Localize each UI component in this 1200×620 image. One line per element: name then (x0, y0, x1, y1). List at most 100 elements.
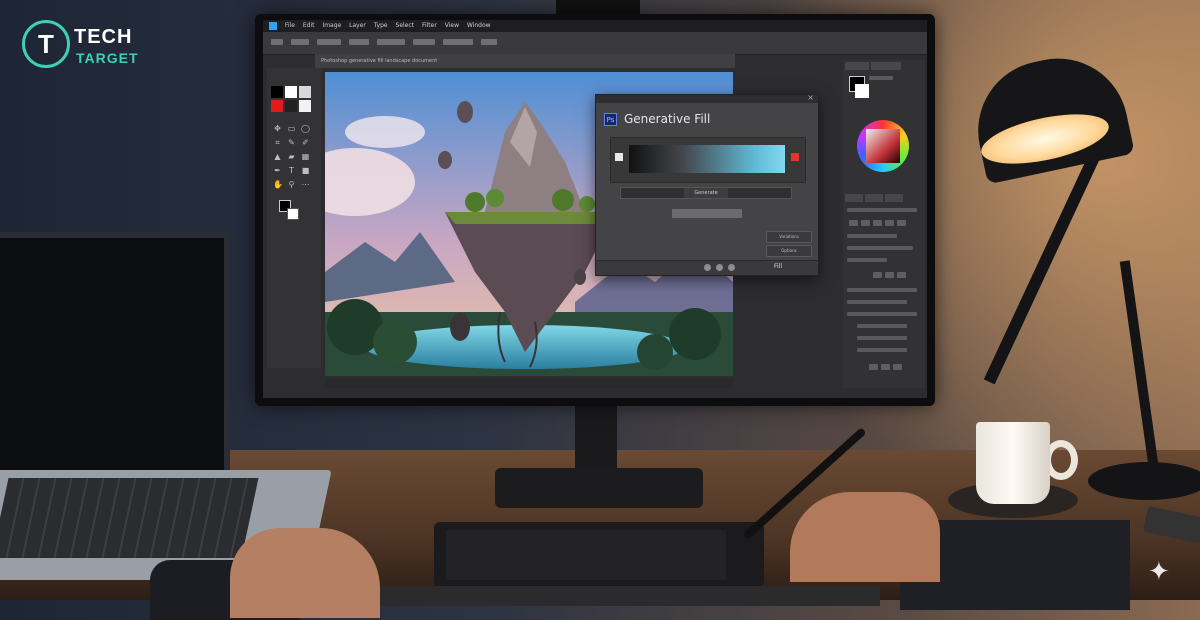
brand-logo-mark: T (22, 20, 70, 68)
menu-item-layer[interactable]: Layer (349, 22, 366, 29)
stamp-tool-icon[interactable]: ▲ (273, 152, 282, 161)
panel-button[interactable] (849, 220, 858, 226)
footer-next-icon[interactable] (728, 264, 735, 271)
panel-button[interactable] (881, 364, 890, 370)
panel-row (847, 234, 897, 238)
dialog-footer: Fill (596, 260, 818, 275)
panel-button[interactable] (897, 272, 906, 278)
right-panels (843, 60, 925, 388)
monitor-stand (495, 468, 703, 508)
type-tool-icon[interactable]: T (287, 166, 296, 175)
monitor-neck (575, 405, 617, 475)
menu-item-window[interactable]: Window (467, 22, 491, 29)
footer-refresh-icon[interactable] (716, 264, 723, 271)
panel-button[interactable] (861, 220, 870, 226)
gradient-stop-right[interactable] (791, 153, 799, 161)
panel-button[interactable] (897, 220, 906, 226)
brand-logo-line1: TECH (74, 26, 133, 48)
laptop-screen (0, 232, 230, 494)
left-hand (230, 528, 380, 618)
menu-item-type[interactable]: Type (374, 22, 388, 29)
panel-button[interactable] (885, 272, 894, 278)
gradient-editor (610, 137, 806, 183)
gradient-tool-icon[interactable]: ▦ (301, 152, 310, 161)
menu-item-select[interactable]: Select (396, 22, 415, 29)
marquee-tool-icon[interactable]: ▭ (287, 124, 296, 133)
variations-button[interactable]: Variations (766, 231, 812, 243)
option-sample[interactable] (443, 39, 473, 45)
drawing-tablet (434, 522, 764, 588)
dialog-title: Generative Fill (624, 112, 711, 126)
color-wheel-icon[interactable] (857, 120, 909, 172)
tablet-active-area (446, 530, 726, 580)
panel-button[interactable] (885, 220, 894, 226)
menu-bar: File Edit Image Layer Type Select Filter… (263, 20, 927, 32)
close-icon[interactable]: × (807, 93, 814, 102)
panel-button[interactable] (869, 364, 878, 370)
swatch-black[interactable] (271, 86, 283, 98)
option-smoothing[interactable] (413, 39, 435, 45)
generative-fill-dialog: × Ps Generative Fill Generate Variations… (595, 93, 819, 276)
move-tool-icon[interactable]: ✥ (273, 124, 282, 133)
color-picker-field[interactable] (866, 129, 900, 163)
brand-logo-line2: TARGET (76, 50, 139, 66)
brand-logo: T TECH TARGET (22, 20, 152, 76)
footer-prev-icon[interactable] (704, 264, 711, 271)
menu-item-image[interactable]: Image (322, 22, 341, 29)
option-pressure[interactable] (481, 39, 497, 45)
gradient-stop-left[interactable] (615, 153, 623, 161)
panel-button[interactable] (893, 364, 902, 370)
prompt-input[interactable] (672, 209, 742, 218)
swatch-grey[interactable] (299, 86, 311, 98)
panel-tab-libraries[interactable] (885, 194, 903, 202)
generate-button[interactable]: Generate (684, 188, 728, 198)
swatch-light[interactable] (299, 100, 311, 112)
shape-tool-icon[interactable]: ■ (301, 166, 310, 175)
lasso-tool-icon[interactable]: ◯ (301, 124, 310, 133)
swatch-white[interactable] (285, 86, 297, 98)
brush-icon[interactable]: ✐ (301, 138, 310, 147)
option-opacity[interactable] (349, 39, 369, 45)
options-bar (263, 32, 927, 55)
menu-item-view[interactable]: View (445, 22, 459, 29)
panel-background-swatch[interactable] (855, 84, 869, 98)
options-button[interactable]: Options (766, 245, 812, 257)
panel-button[interactable] (873, 272, 882, 278)
document-tab[interactable]: Photoshop generative fill landscape docu… (315, 54, 735, 68)
panel-row (847, 288, 917, 292)
panel-tab-properties[interactable] (845, 194, 863, 202)
panel-button[interactable] (873, 220, 882, 226)
keyboard (380, 586, 880, 606)
eraser-tool-icon[interactable]: ▰ (287, 152, 296, 161)
panel-tab-2[interactable] (871, 62, 901, 70)
panel-tab-1[interactable] (845, 62, 869, 70)
right-hand (790, 492, 940, 582)
option-brush-size[interactable] (291, 39, 309, 45)
more-tools-icon[interactable]: ⋯ (301, 180, 310, 189)
pen-tool-icon[interactable]: ✒ (273, 166, 282, 175)
swatch-dark[interactable] (285, 100, 297, 112)
background-color[interactable] (287, 208, 299, 220)
fill-button[interactable]: Fill (774, 263, 782, 270)
dialog-titlebar[interactable]: × (596, 93, 818, 103)
generate-field[interactable]: Generate (620, 187, 792, 199)
menu-item-filter[interactable]: Filter (422, 22, 437, 29)
crop-tool-icon[interactable]: ⌗ (273, 138, 282, 147)
option-tool-preset[interactable] (271, 39, 283, 45)
panel-row (857, 348, 907, 352)
photoshop-window: File Edit Image Layer Type Select Filter… (263, 20, 927, 398)
option-mode[interactable] (317, 39, 341, 45)
status-bar (325, 378, 733, 388)
menu-item-edit[interactable]: Edit (303, 22, 315, 29)
panel-row (847, 208, 917, 212)
swatch-red[interactable] (271, 100, 283, 112)
zoom-tool-icon[interactable]: ⚲ (287, 180, 296, 189)
panel-row (869, 76, 893, 80)
hand-tool-icon[interactable]: ✋ (273, 180, 283, 189)
gradient-preview[interactable] (629, 145, 785, 173)
option-flow[interactable] (377, 39, 405, 45)
panel-tab-adjustments[interactable] (865, 194, 883, 202)
eyedropper-tool-icon[interactable]: ✎ (287, 138, 296, 147)
panel-row (857, 336, 907, 340)
menu-item-file[interactable]: File (285, 22, 295, 29)
